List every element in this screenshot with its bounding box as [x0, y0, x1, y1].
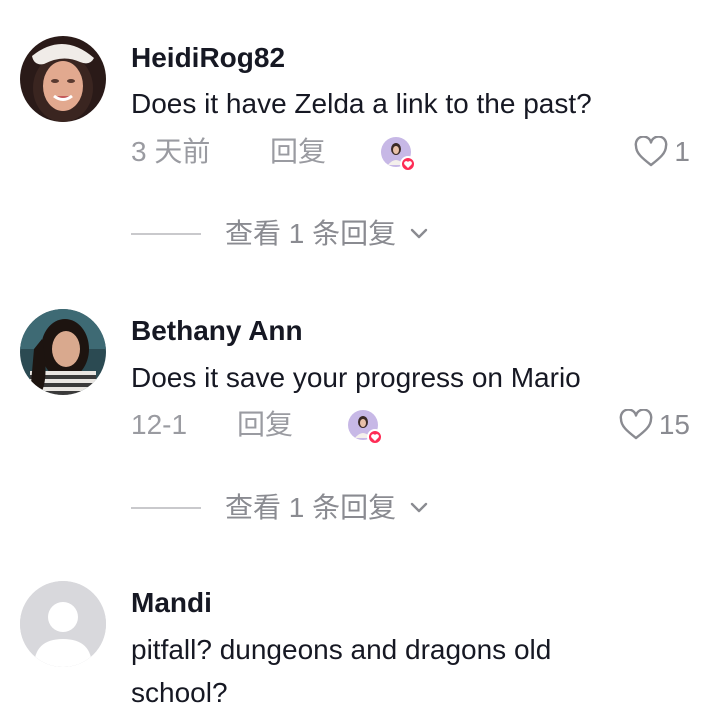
comment-username[interactable]: Mandi: [131, 587, 212, 619]
comment-item: Mandi pitfall? dungeons and dragons old …: [0, 0, 723, 713]
comment-text: pitfall? dungeons and dragons old school…: [131, 634, 552, 708]
default-user-icon: [20, 581, 106, 667]
default-avatar[interactable]: [20, 581, 106, 667]
